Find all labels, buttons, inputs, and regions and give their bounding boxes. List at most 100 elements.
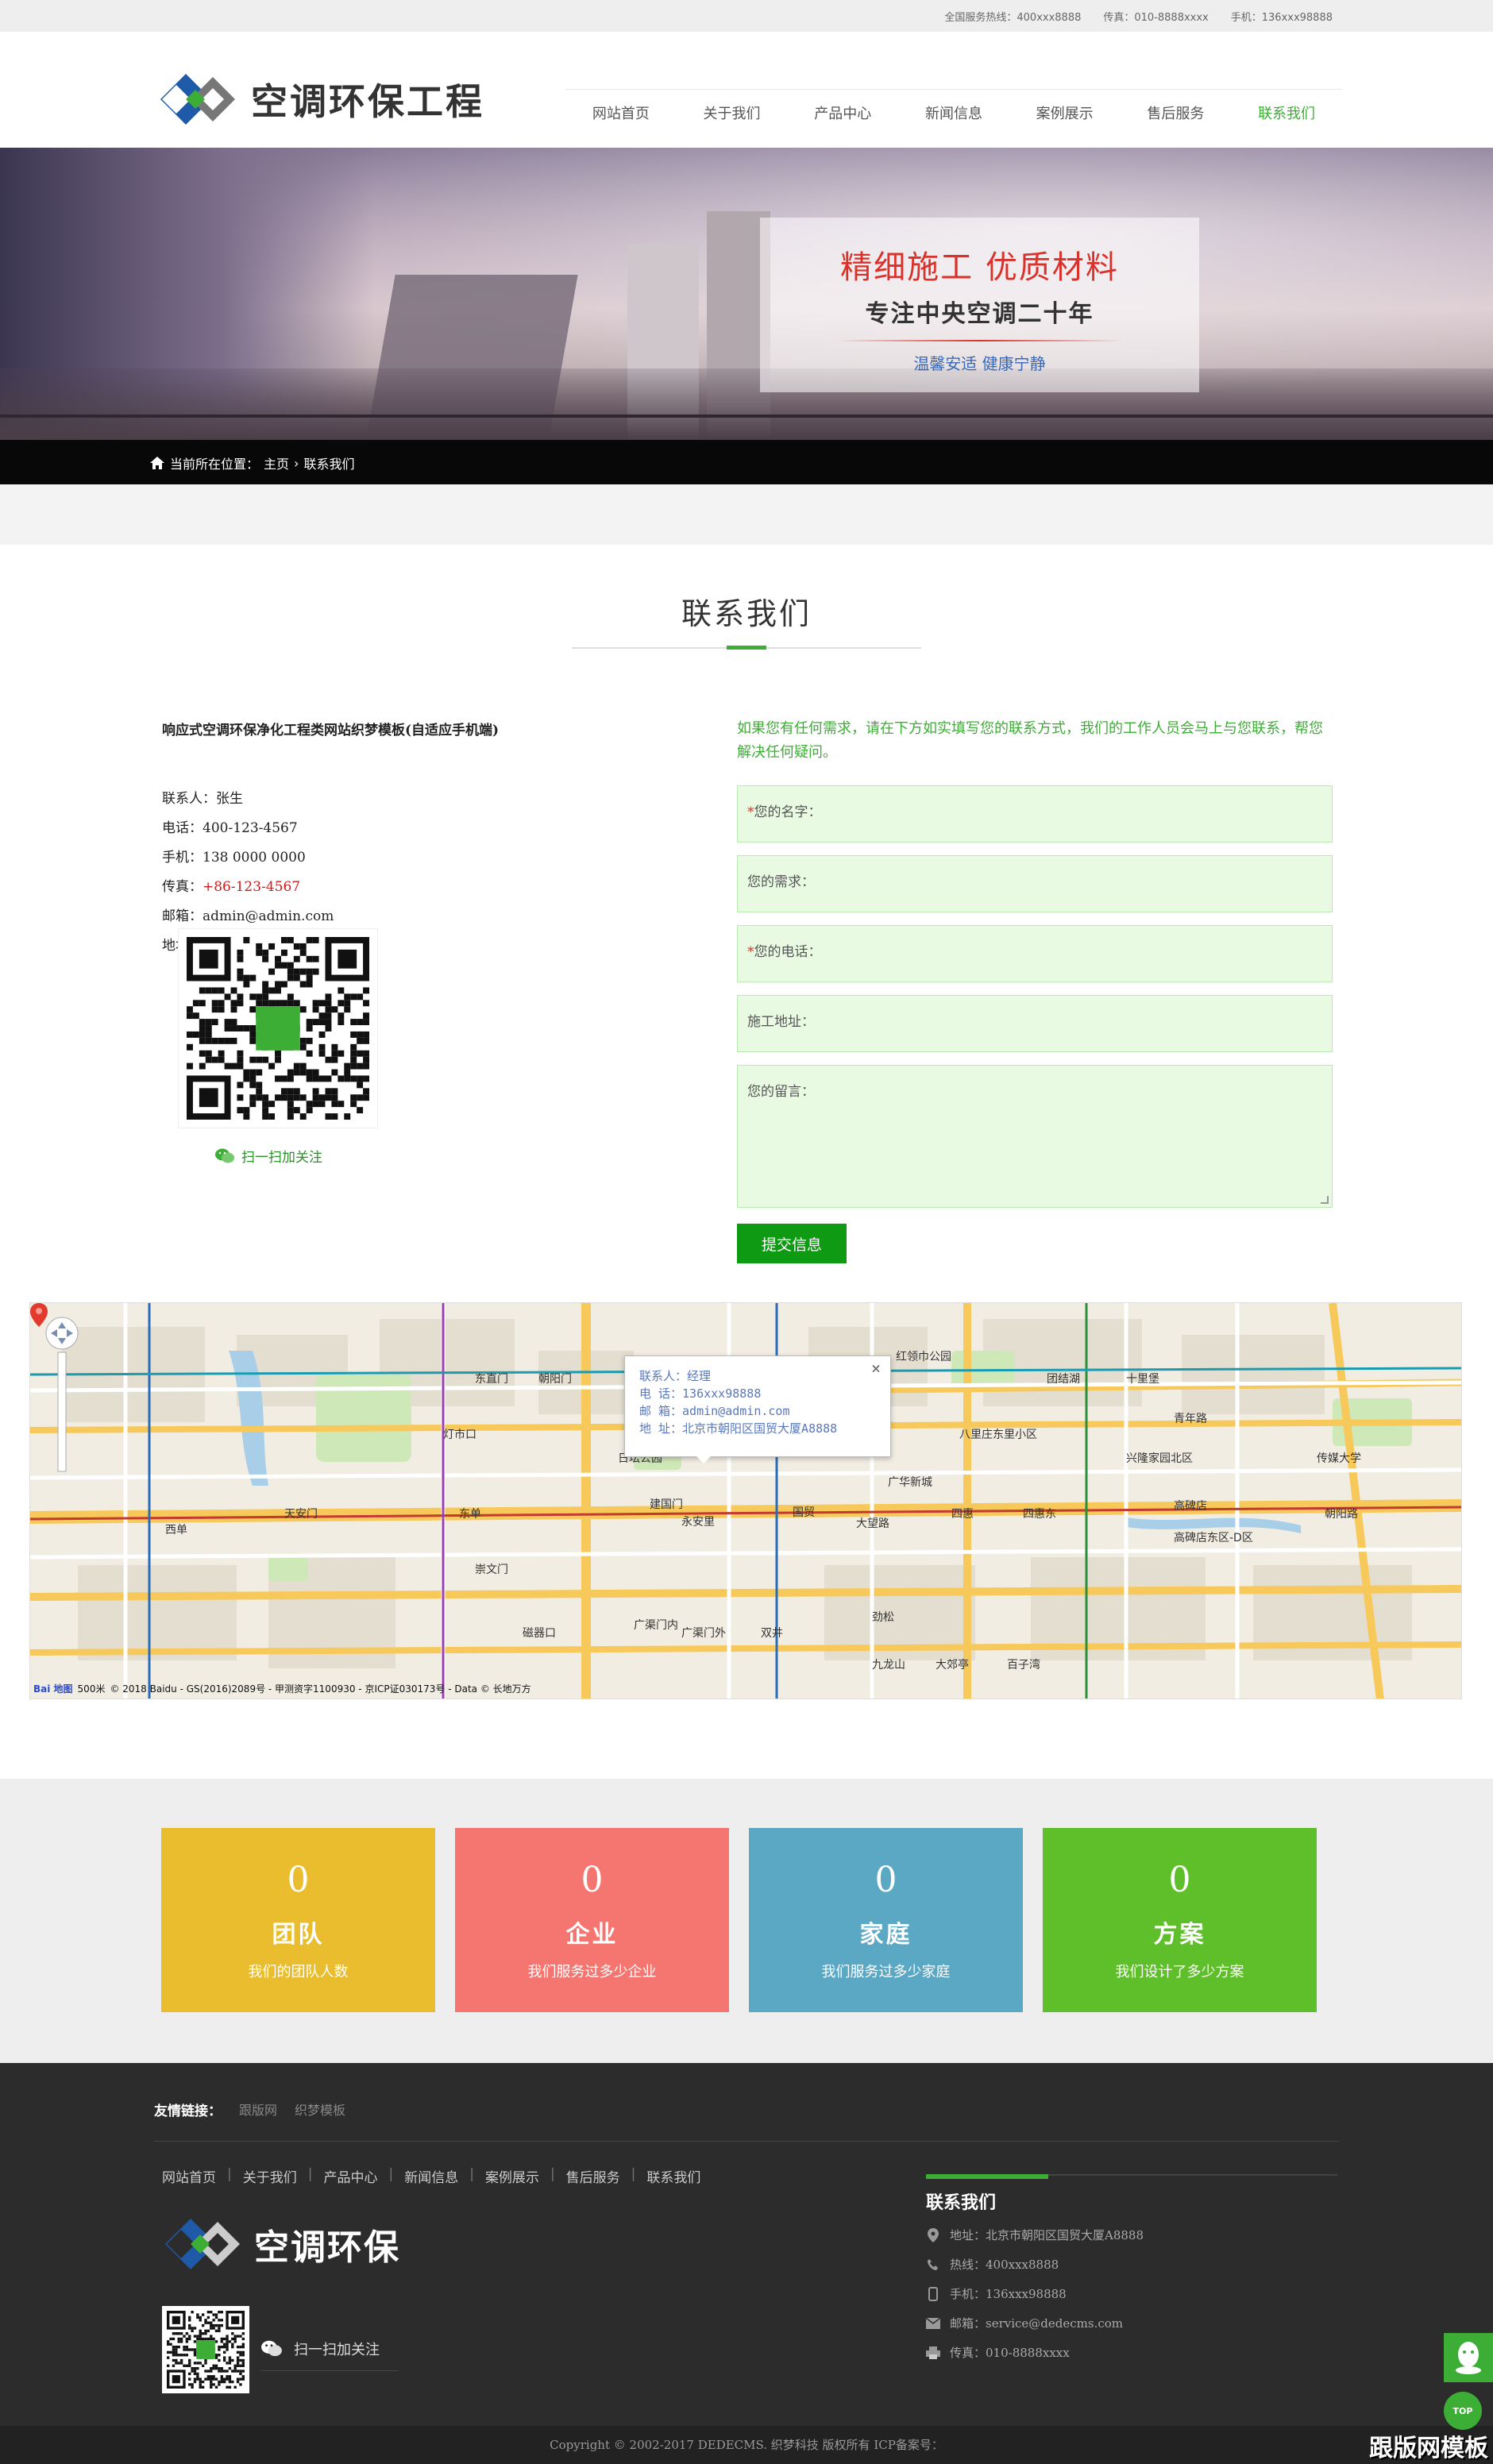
nav-service[interactable]: 售后服务 — [1147, 102, 1204, 123]
footer-nav-products[interactable]: 产品中心 — [323, 2166, 377, 2186]
site-header: 空调环保工程 网站首页 关于我们 产品中心 新闻信息 案例展示 售后服务 联系我… — [0, 32, 1493, 148]
map-label: 大郊亭 — [936, 1658, 969, 1672]
footer-logo[interactable]: 空调环保 — [165, 2219, 400, 2269]
map-label: 四惠东 — [1023, 1508, 1056, 1521]
stats-section: 0 团队 我们的团队人数 0 企业 我们服务过多少企业 0 家庭 我们服务过多少… — [0, 1779, 1493, 2063]
map-pin-icon[interactable] — [30, 1303, 48, 1327]
footer-wechat: 扫一扫加关注 — [260, 2327, 399, 2371]
site-logo[interactable]: 空调环保工程 — [160, 73, 484, 125]
nav-about[interactable]: 关于我们 — [704, 102, 761, 123]
fax-label: 传真： — [162, 879, 203, 895]
address-field[interactable]: 施工地址： — [737, 995, 1333, 1052]
footer-contact: 联系我们 地址：北京市朝阳区国贸大厦A8888 热线：400xxx8888 手机… — [926, 2174, 1337, 2361]
map[interactable]: 东直门 朝阳门 建国门 永安里 国贸 大望路 四惠 四惠东 高碑店 日坛公园 红领巾公园 八里庄东里小… — [29, 1302, 1462, 1699]
map-label: 东单 — [459, 1508, 481, 1521]
watermark: 跟版网模板 — [1369, 2435, 1488, 2462]
section-header: 联系我们 — [0, 545, 1493, 650]
map-label: 广渠门外 — [681, 1627, 726, 1640]
top-bar: 全国服务热线：400xxx8888 传真：010-8888xxxx 手机：136… — [0, 0, 1493, 32]
baidu-map-logo: Bai 地图 — [33, 1683, 73, 1695]
footer-nav-service[interactable]: 售后服务 — [566, 2166, 620, 2186]
footer-mobile: 手机：136xxx98888 — [926, 2285, 1337, 2302]
footer-qr-image — [167, 2311, 245, 2389]
map-label: 大望路 — [856, 1517, 889, 1530]
close-icon[interactable]: × — [871, 1359, 881, 1377]
friend-link[interactable]: 织梦模板 — [295, 2100, 345, 2119]
footer-mobile-text: 手机：136xxx98888 — [950, 2287, 1067, 2301]
footer-fax-text: 传真：010-8888xxxx — [950, 2346, 1070, 2360]
stat-number: 0 — [1168, 1860, 1191, 1900]
map-label: 东直门 — [475, 1372, 508, 1386]
banner-headline: 精细施工 优质材料 — [840, 249, 1119, 286]
mail-icon — [926, 2316, 940, 2331]
nav-home[interactable]: 网站首页 — [592, 102, 650, 123]
top-mobile: 手机：136xxx98888 — [1230, 12, 1333, 24]
stat-description: 我们设计了多少方案 — [1115, 1964, 1244, 1980]
need-field[interactable]: 您的需求： — [737, 855, 1333, 912]
footer-nav-home[interactable]: 网站首页 — [162, 2166, 216, 2186]
footer-nav-news[interactable]: 新闻信息 — [404, 2166, 458, 2186]
submit-button[interactable]: 提交信息 — [737, 1224, 847, 1263]
footer-nav-about[interactable]: 关于我们 — [243, 2166, 297, 2186]
map-label: 团结湖 — [1047, 1373, 1080, 1386]
map-label: 双井 — [761, 1627, 783, 1640]
banner-card: 精细施工 优质材料 专注中央空调二十年 温馨安适 健康宁静 — [760, 218, 1199, 392]
logo-text: 空调环保工程 — [251, 80, 484, 123]
map-label: 国贸 — [793, 1506, 815, 1519]
map-attribution: Bai 地图 500米 © 2018 Baidu - GS(2016)2089号… — [33, 1682, 531, 1695]
mobile-icon — [926, 2286, 940, 2301]
footer-email-text: 邮箱：service@dedecms.com — [950, 2316, 1123, 2331]
map-label: 传媒大学 — [1317, 1452, 1361, 1465]
hero-banner: 精细施工 优质材料 专注中央空调二十年 温馨安适 健康宁静 — [0, 148, 1493, 440]
phone-placeholder: 您的电话： — [754, 944, 822, 960]
message-textarea[interactable]: 您的留言： — [737, 1065, 1333, 1208]
map-label: 兴隆家园北区 — [1126, 1452, 1193, 1465]
map-label: 劲松 — [872, 1611, 894, 1624]
popup-phone: 电 话：136xxx98888 — [639, 1386, 762, 1401]
resize-grip-icon[interactable] — [1321, 1196, 1329, 1204]
stat-card-enterprise: 0 企业 我们服务过多少企业 — [455, 1828, 729, 2012]
nav-cases[interactable]: 案例展示 — [1036, 102, 1094, 123]
map-label: 朝阳门 — [538, 1373, 572, 1386]
friend-links-label: 友情链接： — [154, 2103, 222, 2119]
stat-number: 0 — [874, 1860, 897, 1900]
footer-nav: 网站首页 | 关于我们 | 产品中心 | 新闻信息 | 案例展示 | 售后服务 | 联系我们 — [162, 2166, 701, 2186]
back-to-top-label: TOP — [1452, 2405, 1473, 2416]
map-label: 红领巾公园 — [896, 1351, 951, 1363]
qq-icon — [1456, 2342, 1481, 2374]
map-copyright: © 2018 Baidu - GS(2016)2089号 - 甲测资字11009… — [110, 1683, 531, 1695]
map-label: 广华新城 — [888, 1476, 932, 1489]
map-label: 百子湾 — [1007, 1658, 1040, 1672]
nav-news[interactable]: 新闻信息 — [925, 102, 982, 123]
location-icon — [926, 2227, 940, 2242]
map-scale: 500米 — [77, 1683, 106, 1695]
phone-icon — [926, 2258, 940, 2272]
company-name: 响应式空调环保净化工程类网站织梦模板(自适应手机端) — [162, 723, 500, 738]
qr-code — [178, 928, 378, 1128]
name-field[interactable]: *您的名字： — [737, 785, 1333, 843]
nav-contact[interactable]: 联系我们 — [1258, 102, 1315, 123]
contact-section: 响应式空调环保净化工程类网站织梦模板(自适应手机端) 联系人：张生 电话：400… — [0, 649, 1493, 1268]
breadcrumb-prefix: 当前所在位置： — [170, 457, 260, 472]
popup-contact: 联系人：经理 — [639, 1369, 712, 1383]
nav-products[interactable]: 产品中心 — [814, 102, 871, 123]
phone-field[interactable]: *您的电话： — [737, 925, 1333, 982]
qq-chat-button[interactable] — [1444, 2333, 1493, 2382]
map-label: 八里庄东里小区 — [959, 1428, 1037, 1441]
wechat-icon — [261, 2340, 282, 2356]
footer-divider — [154, 2141, 1339, 2142]
breadcrumb-current: 联系我们 — [303, 457, 355, 472]
spacer — [0, 484, 1493, 545]
breadcrumb-home[interactable]: 主页 — [264, 453, 289, 472]
back-to-top-button[interactable]: TOP — [1444, 2392, 1482, 2430]
breadcrumb: 当前所在位置： 主页 › 联系我们 — [0, 440, 1493, 484]
stat-label: 团队 — [272, 1921, 325, 1949]
fax-value: +86-123-4567 — [203, 879, 301, 895]
footer-nav-contact[interactable]: 联系我们 — [646, 2166, 700, 2186]
footer-nav-cases[interactable]: 案例展示 — [485, 2166, 539, 2186]
map-label: 广渠门内 — [634, 1619, 678, 1632]
logo-mark-icon — [160, 74, 235, 125]
map-label: 永安里 — [681, 1516, 715, 1529]
friend-link[interactable]: 跟版网 — [239, 2100, 277, 2119]
breadcrumb-separator-icon: › — [294, 455, 299, 471]
